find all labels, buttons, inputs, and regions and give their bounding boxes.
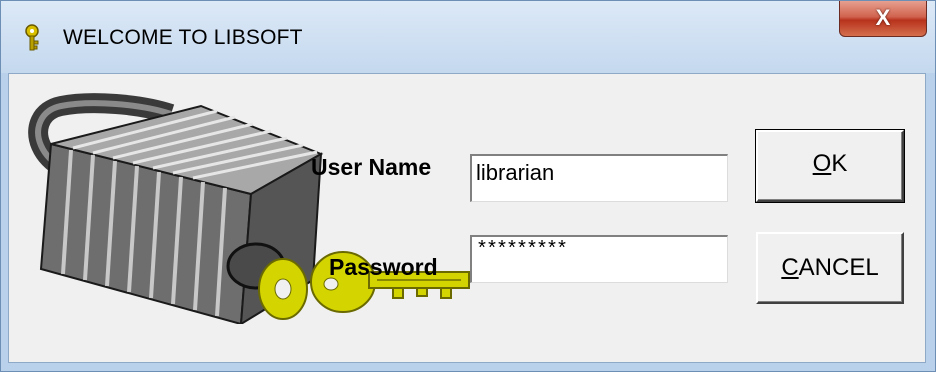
cancel-label-rest: ANCEL xyxy=(798,254,879,281)
username-field[interactable]: librarian xyxy=(470,154,728,202)
cancel-mnemonic: C xyxy=(781,254,799,281)
close-button[interactable]: X xyxy=(839,1,927,37)
cancel-button[interactable]: CANCEL xyxy=(756,232,904,304)
ok-label-rest: K xyxy=(831,150,848,177)
ok-button[interactable]: OK xyxy=(755,129,905,203)
password-label: Password xyxy=(329,254,438,280)
padlock-with-keys-icon xyxy=(28,93,470,324)
dialog-body: User Name librarian Password ********* O… xyxy=(8,73,926,363)
password-field[interactable]: ********* xyxy=(470,235,728,283)
ok-mnemonic: O xyxy=(812,150,832,177)
username-label: User Name xyxy=(311,154,432,180)
key-icon xyxy=(25,24,39,51)
login-dialog: WELCOME TO LIBSOFT X User Name librarian… xyxy=(0,0,936,372)
window-title: WELCOME TO LIBSOFT xyxy=(63,26,303,49)
title-bar[interactable]: WELCOME TO LIBSOFT X xyxy=(1,1,935,73)
